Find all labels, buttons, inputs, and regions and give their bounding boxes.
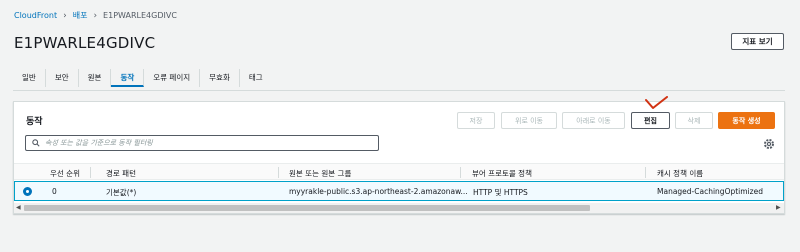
breadcrumb-current: E1PWARLE4GDIVC: [103, 11, 177, 20]
tabs-divider: [13, 90, 785, 91]
column-origin[interactable]: 원본 또는 원본 그룹: [289, 168, 351, 179]
search-icon: [32, 139, 40, 147]
column-divider: [645, 167, 646, 178]
cell-viewer-protocol: HTTP 및 HTTPS: [473, 188, 528, 197]
checkmark-annotation-icon: [645, 96, 668, 109]
table-row[interactable]: 0 기본값(*) myyrakle-public.s3.ap-northeast…: [14, 181, 784, 201]
tab-security[interactable]: 보안: [46, 69, 79, 87]
breadcrumb: CloudFront › 배포 › E1PWARLE4GDIVC: [14, 10, 177, 21]
column-path-pattern[interactable]: 경로 패턴: [106, 168, 136, 179]
create-behavior-button[interactable]: 동작 생성: [718, 112, 775, 129]
scroll-left-arrow-icon[interactable]: ◀: [16, 204, 21, 211]
chevron-right-icon: ›: [93, 10, 98, 21]
view-metrics-button[interactable]: 지표 보기: [731, 33, 784, 50]
cell-origin: myyrakle-public.s3.ap-northeast-2.amazon…: [289, 187, 468, 196]
scroll-right-arrow-icon[interactable]: ▶: [776, 204, 781, 211]
tab-invalidations[interactable]: 무효화: [200, 69, 240, 87]
page-title: E1PWARLE4GDIVC: [14, 34, 156, 52]
horizontal-scrollbar[interactable]: ◀ ▶: [14, 203, 784, 213]
column-viewer-protocol[interactable]: 뷰어 프로토콜 정책: [472, 168, 532, 179]
table-header: 우선 순위 경로 패턴 원본 또는 원본 그룹 뷰어 프로토콜 정책 캐시 정책…: [14, 163, 784, 180]
behaviors-panel: 동작 저장 위로 이동 아래로 이동 편집 삭제 동작 생성 속성 또는 값을 …: [13, 96, 785, 214]
edit-button[interactable]: 편집: [631, 112, 670, 129]
column-cache-policy[interactable]: 캐시 정책 이름: [657, 168, 703, 179]
move-up-button[interactable]: 위로 이동: [501, 112, 557, 129]
column-divider: [278, 167, 279, 178]
tab-error-pages[interactable]: 오류 페이지: [144, 69, 201, 87]
gear-icon[interactable]: [763, 138, 775, 150]
breadcrumb-distributions-link[interactable]: 배포: [73, 10, 88, 21]
scrollbar-thumb[interactable]: [24, 205, 590, 211]
behaviors-title: 동작: [26, 117, 43, 127]
move-down-button[interactable]: 아래로 이동: [562, 112, 625, 129]
column-divider: [460, 167, 461, 178]
cell-priority: 0: [52, 187, 57, 196]
column-priority[interactable]: 우선 순위: [50, 168, 80, 179]
behavior-filter-input[interactable]: 속성 또는 값을 기준으로 동작 필터링: [25, 135, 379, 151]
cell-cache-policy: Managed-CachingOptimized: [657, 187, 763, 196]
row-radio-selected[interactable]: [23, 187, 32, 196]
search-placeholder: 속성 또는 값을 기준으로 동작 필터링: [45, 139, 153, 147]
tab-tags[interactable]: 태그: [240, 69, 272, 87]
breadcrumb-cloudfront-link[interactable]: CloudFront: [14, 11, 57, 20]
save-button[interactable]: 저장: [457, 112, 495, 129]
chevron-right-icon: ›: [63, 10, 67, 21]
tab-origins[interactable]: 원본: [79, 69, 112, 87]
column-divider: [90, 167, 91, 178]
cell-path-pattern: 기본값(*): [106, 188, 137, 197]
tab-behaviors[interactable]: 동작: [111, 69, 145, 87]
delete-button[interactable]: 삭제: [675, 112, 713, 129]
tab-general[interactable]: 일반: [13, 69, 46, 87]
tab-bar: 일반 보안 원본 동작 오류 페이지 무효화 태그: [13, 69, 272, 91]
